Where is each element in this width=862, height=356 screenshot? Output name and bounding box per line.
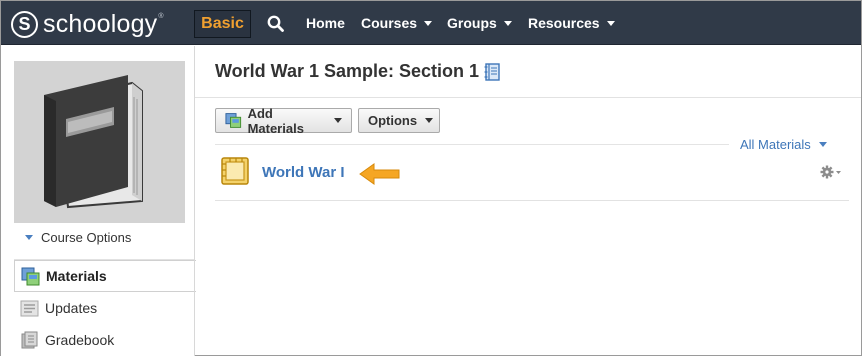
gradebook-icon xyxy=(21,331,38,348)
chevron-down-icon xyxy=(424,20,433,26)
chevron-down-icon xyxy=(425,118,434,123)
page-title: World War 1 Sample: Section 1 xyxy=(215,61,501,82)
course-sidebar: Course Options Materials Updates Gradebo… xyxy=(1,46,196,356)
sidebar-item-gradebook[interactable]: Gradebook xyxy=(14,324,195,356)
chevron-down-icon xyxy=(503,20,512,26)
course-options-label: Course Options xyxy=(41,230,132,245)
add-materials-label: Add Materials xyxy=(247,105,304,136)
top-nav-bar: S schoology ® Basic Home Courses Groups … xyxy=(1,1,861,45)
logo-trademark: ® xyxy=(158,13,164,20)
sidebar-item-materials[interactable]: Materials xyxy=(14,260,196,292)
nav-resources-label: Resources xyxy=(528,15,600,31)
sidebar-item-label: Updates xyxy=(45,300,98,316)
nav-courses[interactable]: Courses xyxy=(361,14,433,32)
sidebar-border xyxy=(194,46,195,356)
course-options-toggle[interactable]: Course Options xyxy=(25,230,131,245)
notebook-icon[interactable] xyxy=(483,62,501,81)
options-button[interactable]: Options xyxy=(358,108,440,133)
page-title-text: World War 1 Sample: Section 1 xyxy=(215,61,480,81)
filter-divider xyxy=(215,144,729,145)
folder-link[interactable]: World War I xyxy=(262,164,345,181)
nav-home-label: Home xyxy=(306,15,345,31)
logo-badge: S xyxy=(11,10,38,38)
sidebar-item-updates[interactable]: Updates xyxy=(14,292,195,324)
course-image xyxy=(14,61,185,223)
nav-home[interactable]: Home xyxy=(306,14,345,32)
chevron-down-icon xyxy=(334,118,342,123)
chevron-down-icon xyxy=(25,235,33,240)
options-label: Options xyxy=(368,113,418,128)
folder-icon xyxy=(221,157,249,185)
sidebar-item-label: Gradebook xyxy=(45,332,115,348)
logo-text: schoology xyxy=(43,10,158,38)
basic-button[interactable]: Basic xyxy=(194,10,251,38)
materials-icon xyxy=(21,267,40,285)
search-icon[interactable] xyxy=(266,14,286,34)
book-icon xyxy=(44,75,143,209)
schoology-logo[interactable]: S schoology ® xyxy=(11,9,164,39)
updates-icon xyxy=(20,300,39,316)
nav-groups[interactable]: Groups xyxy=(447,14,512,32)
title-divider xyxy=(195,97,861,98)
arrow-left-icon xyxy=(359,163,400,185)
nav-courses-label: Courses xyxy=(361,15,418,31)
list-item: World War I xyxy=(215,147,849,201)
nav-groups-label: Groups xyxy=(447,15,497,31)
nav-resources[interactable]: Resources xyxy=(528,14,615,32)
add-materials-button[interactable]: Add Materials xyxy=(215,105,352,136)
materials-icon xyxy=(225,113,242,128)
gear-icon[interactable] xyxy=(819,163,843,181)
chevron-down-icon xyxy=(606,20,615,26)
sidebar-item-label: Materials xyxy=(46,268,107,284)
